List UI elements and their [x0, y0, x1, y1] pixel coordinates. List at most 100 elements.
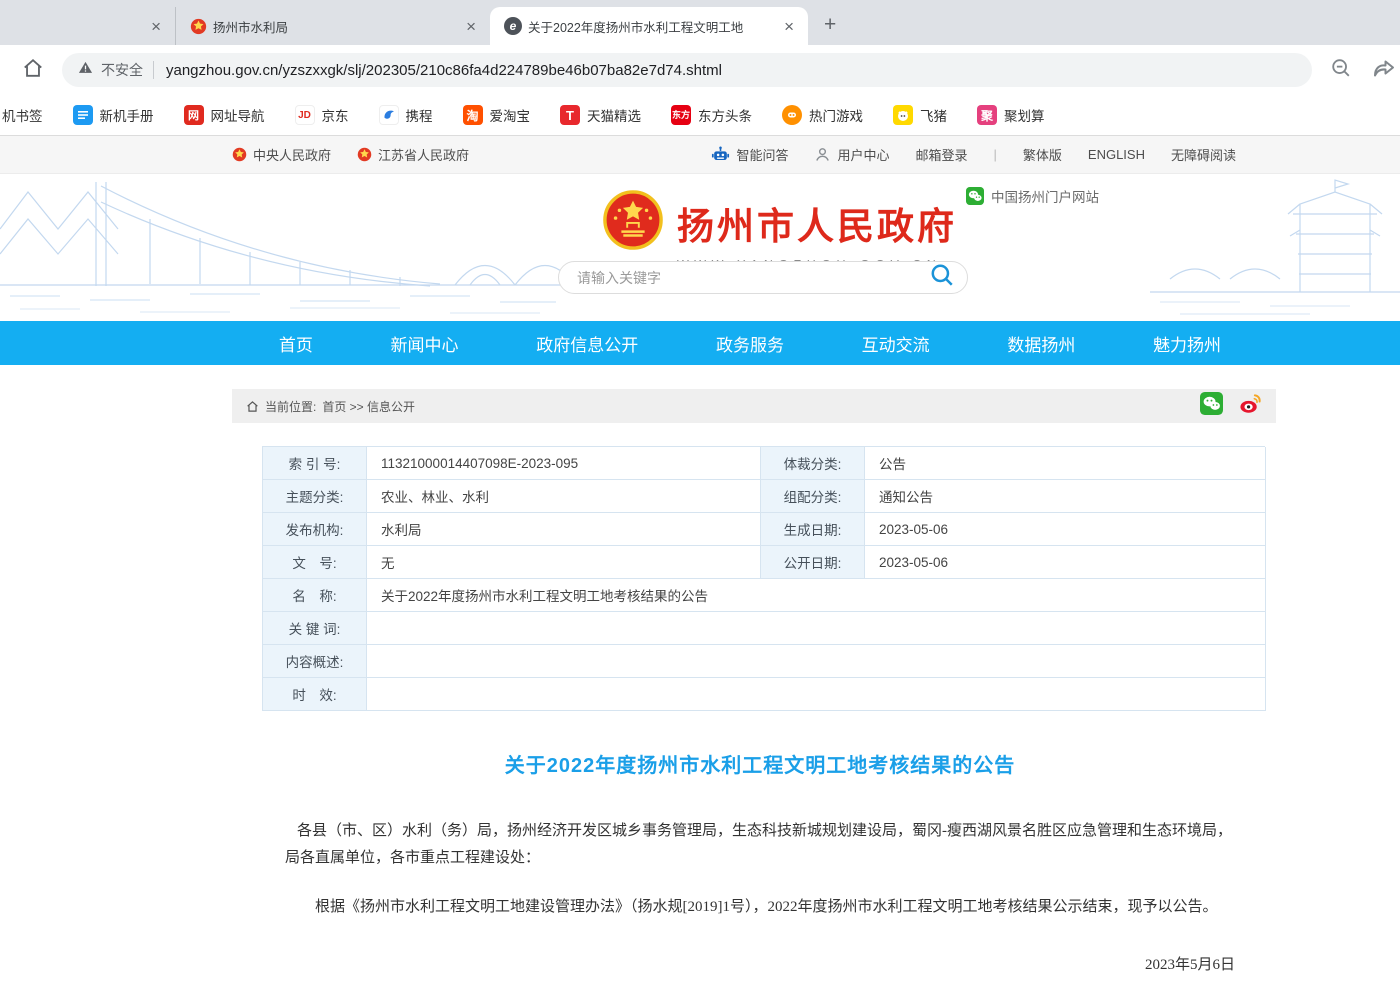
robot-icon	[711, 145, 730, 164]
tab-yangzhou-water-bureau[interactable]: 扬州市水利局 ×	[176, 7, 490, 45]
bookmark-dongfang[interactable]: 东方东方头条	[671, 105, 752, 125]
main-nav: 首页 新闻中心 政府信息公开 政务服务 互动交流 数据扬州 魅力扬州	[0, 321, 1400, 365]
nav-gov-info-disclosure[interactable]: 政府信息公开	[536, 331, 638, 356]
bookmark-site-nav[interactable]: 网网址导航	[184, 105, 265, 125]
meta-value-public-date: 2023-05-06	[865, 546, 1266, 579]
breadcrumb-path[interactable]: 首页 >> 信息公开	[322, 398, 415, 415]
meta-value-group: 通知公告	[865, 480, 1266, 513]
url-divider	[153, 61, 154, 79]
url-text[interactable]: yangzhou.gov.cn/yzszxxgk/slj/202305/210c…	[166, 62, 722, 79]
national-emblem-icon	[357, 147, 372, 162]
bookmark-aitaobao[interactable]: 淘爱淘宝	[463, 105, 531, 125]
link-central-gov[interactable]: 中央人民政府	[232, 145, 331, 164]
nav-charming-yangzhou[interactable]: 魅力扬州	[1153, 331, 1221, 356]
tmall-icon: T	[560, 105, 580, 125]
meta-value-created-date: 2023-05-06	[865, 513, 1266, 546]
nav-home[interactable]: 首页	[279, 331, 313, 356]
fliggy-pig-icon	[893, 105, 913, 125]
bookmark-games[interactable]: 热门游戏	[782, 105, 863, 125]
tower-sketch-right	[1150, 174, 1400, 321]
zoom-out-icon[interactable]	[1330, 57, 1352, 84]
meta-label: 文 号:	[263, 546, 367, 579]
ctrip-dolphin-icon	[379, 105, 399, 125]
document-meta-table: 索 引 号: 11321000014407098E-2023-095 体裁分类:…	[262, 446, 1265, 711]
close-icon[interactable]: ×	[147, 16, 165, 37]
browser-chrome: × 扬州市水利局 × e 关于2022年度扬州市水利工程文明工地 × + 不安全…	[0, 0, 1400, 136]
meta-label: 索 引 号:	[263, 447, 367, 480]
meta-value-index-number: 11321000014407098E-2023-095	[367, 447, 761, 480]
meta-label: 生成日期:	[761, 513, 865, 546]
bookmarks-bar: 机书签 新机手册 网网址导航 JD京东 携程 淘爱淘宝 T天猫精选 东方东方头条…	[0, 95, 1400, 136]
bridge-sketch-left	[0, 174, 560, 321]
bookmark-jd[interactable]: JD京东	[295, 105, 349, 125]
nav-gov-services[interactable]: 政务服务	[716, 331, 784, 356]
meta-value-summary	[367, 645, 1266, 678]
bookmark-fliggy[interactable]: 飞猪	[893, 105, 947, 125]
content-area: 当前位置: 首页 >> 信息公开 索 引 号: 1132100001440709…	[232, 389, 1276, 997]
share-weibo-icon[interactable]	[1239, 392, 1262, 420]
share-icon[interactable]	[1372, 56, 1396, 85]
meta-label: 时 效:	[263, 678, 367, 711]
english-version-link[interactable]: ENGLISH	[1088, 147, 1145, 162]
breadcrumb-bar: 当前位置: 首页 >> 信息公开	[232, 389, 1276, 423]
search-icon[interactable]	[929, 262, 955, 293]
home-icon	[246, 400, 259, 413]
portal-badge[interactable]: 中国扬州门户网站	[966, 186, 1099, 206]
tab-title: 关于2022年度扬州市水利工程文明工地	[528, 17, 774, 36]
meta-label: 名 称:	[263, 579, 367, 612]
bookmark-ctrip[interactable]: 携程	[379, 105, 433, 125]
smart-qa-link[interactable]: 智能问答	[711, 145, 788, 164]
tab-leftmost-partial[interactable]: ×	[0, 7, 176, 45]
site-title: 扬州市人民政府	[677, 196, 957, 250]
meta-value-keywords	[367, 612, 1266, 645]
games-icon	[782, 105, 802, 125]
national-emblem-icon	[602, 189, 664, 256]
search-input[interactable]	[577, 270, 929, 286]
manual-icon	[73, 105, 93, 125]
gov-top-bar: 中央人民政府 江苏省人民政府 智能问答 用户中心 邮箱登录 | 繁体版 ENGL…	[0, 136, 1400, 174]
meta-label: 主题分类:	[263, 480, 367, 513]
close-icon[interactable]: ×	[780, 16, 798, 37]
meta-label: 发布机构:	[263, 513, 367, 546]
meta-label: 公开日期:	[761, 546, 865, 579]
accessibility-link[interactable]: 无障碍阅读	[1171, 145, 1236, 164]
wechat-icon	[966, 187, 984, 205]
link-jiangsu-gov[interactable]: 江苏省人民政府	[357, 145, 469, 164]
bookmark-juhuasuan[interactable]: 聚聚划算	[977, 105, 1045, 125]
divider: |	[994, 147, 997, 162]
tab-title: 扬州市水利局	[213, 17, 456, 36]
meta-value-topic: 农业、林业、水利	[367, 480, 761, 513]
meta-value-genre: 公告	[865, 447, 1266, 480]
bookmark-tmall[interactable]: T天猫精选	[560, 105, 641, 125]
site-search[interactable]	[558, 261, 968, 294]
mail-login-link[interactable]: 邮箱登录	[915, 145, 967, 164]
security-label[interactable]: 不安全	[101, 60, 143, 80]
url-bar[interactable]: 不安全 yangzhou.gov.cn/yzszxxgk/slj/202305/…	[62, 53, 1312, 87]
bookmark-phone-marks[interactable]: 机书签	[2, 105, 43, 125]
site-nav-icon: 网	[184, 105, 204, 125]
national-emblem-icon	[190, 18, 207, 35]
article-date: 2023年5月6日	[285, 953, 1235, 974]
meta-label: 体裁分类:	[761, 447, 865, 480]
meta-value-publisher: 水利局	[367, 513, 761, 546]
site-header-banner: 扬州市人民政府 WWW.YANGZHOU.GOV.CN 中国扬州门户网站	[0, 174, 1400, 321]
user-center-link[interactable]: 用户中心	[814, 145, 889, 164]
close-icon[interactable]: ×	[462, 16, 480, 37]
article-paragraph-recipients: 各县（市、区）水利（务）局，扬州经济开发区城乡事务管理局，生态科技新城规划建设局…	[285, 818, 1235, 872]
home-icon[interactable]	[22, 57, 44, 84]
taobao-icon: 淘	[463, 105, 483, 125]
bookmark-new-manual[interactable]: 新机手册	[73, 105, 154, 125]
dongfang-icon: 东方	[671, 105, 691, 125]
share-wechat-icon[interactable]	[1200, 392, 1223, 420]
nav-news-center[interactable]: 新闻中心	[391, 331, 459, 356]
nav-interaction[interactable]: 互动交流	[862, 331, 930, 356]
browser-logo-icon: e	[504, 17, 522, 35]
tab-active-announcement[interactable]: e 关于2022年度扬州市水利工程文明工地 ×	[490, 7, 808, 45]
new-tab-button[interactable]: +	[824, 13, 836, 37]
tab-bar: × 扬州市水利局 × e 关于2022年度扬州市水利工程文明工地 × +	[0, 0, 1400, 45]
traditional-version-link[interactable]: 繁体版	[1023, 145, 1062, 164]
juhuasuan-icon: 聚	[977, 105, 997, 125]
meta-label: 内容概述:	[263, 645, 367, 678]
breadcrumb-label: 当前位置:	[265, 398, 316, 415]
nav-data-yangzhou[interactable]: 数据扬州	[1007, 331, 1075, 356]
